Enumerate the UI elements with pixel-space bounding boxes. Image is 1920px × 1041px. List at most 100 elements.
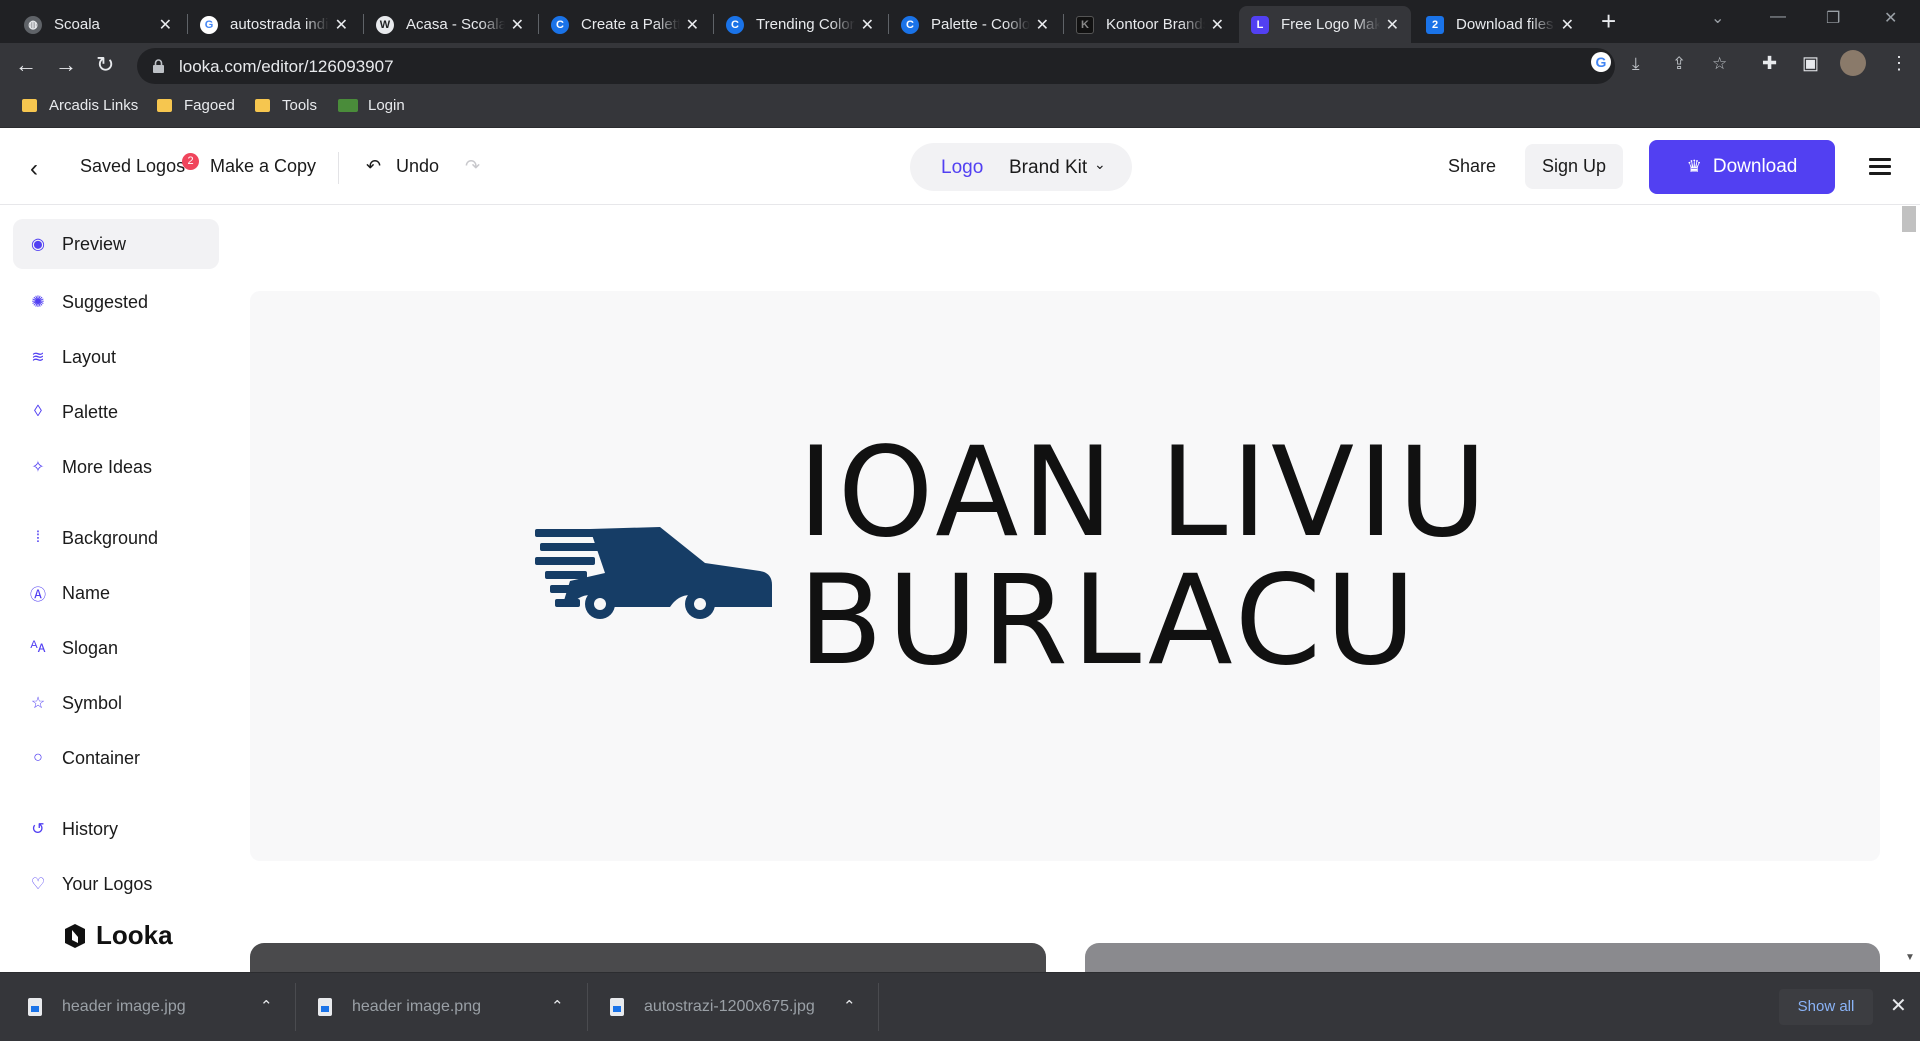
extensions-icon[interactable]: ✚: [1762, 53, 1777, 74]
sidebar-item-your-logos[interactable]: ♡ Your Logos: [13, 859, 219, 909]
tab-0[interactable]: ◍ Scoala ✕: [12, 6, 184, 43]
close-icon[interactable]: ✕: [1211, 15, 1224, 35]
sidebar-item-symbol[interactable]: ☆ Symbol: [13, 678, 219, 728]
looka-wordmark: Looka: [96, 920, 173, 950]
hamburger-menu-icon[interactable]: [1869, 158, 1891, 175]
tab-3[interactable]: C Create a Palette ✕: [539, 6, 711, 43]
chevron-up-icon[interactable]: ⌃: [843, 997, 856, 1015]
tab-4[interactable]: C Trending Color ✕: [714, 6, 886, 43]
bookmark-star-icon[interactable]: ☆: [1712, 54, 1727, 74]
sidebar-item-history[interactable]: ↺ History: [13, 804, 219, 854]
sidebar-item-background[interactable]: ⁞ Background: [13, 513, 219, 563]
minimize-icon[interactable]: —: [1770, 8, 1786, 26]
download-item[interactable]: header image.png: [318, 973, 558, 1041]
chevron-down-icon[interactable]: ⌄: [1094, 156, 1106, 173]
browser-menu-icon[interactable]: ⋮: [1890, 53, 1908, 74]
sidebar-item-palette[interactable]: ◊ Palette: [13, 387, 219, 437]
sidebar-item-preview[interactable]: ◉ Preview: [13, 219, 219, 269]
scrollbar[interactable]: [1900, 206, 1920, 972]
download-button[interactable]: ♛ Download: [1649, 140, 1835, 194]
bookmark-folder[interactable]: Arcadis Links: [22, 97, 138, 114]
download-shelf: header image.jpg ⌃ header image.png ⌃ au…: [0, 972, 1920, 1041]
google-lens-icon[interactable]: G: [1591, 52, 1611, 72]
tab-7-active[interactable]: L Free Logo Maker ✕: [1239, 6, 1411, 43]
wordpress-icon: W: [376, 15, 394, 34]
brand-kit-tab[interactable]: Brand Kit: [1009, 157, 1087, 179]
tab-8[interactable]: 2 Download files ✕: [1414, 6, 1586, 43]
sidebar-item-label: Container: [62, 747, 141, 768]
sidebar-item-label: Palette: [62, 401, 119, 422]
sign-up-button[interactable]: Sign Up: [1525, 144, 1623, 189]
bookmark-login[interactable]: Login: [338, 97, 405, 114]
close-icon[interactable]: ✕: [1561, 15, 1574, 35]
back-arrow-icon[interactable]: ‹: [30, 155, 38, 183]
sidebar-item-label: Suggested: [62, 291, 149, 312]
download-item[interactable]: autostrazi-1200x675.jpg: [610, 973, 850, 1041]
window-close-icon[interactable]: ✕: [1884, 8, 1897, 28]
chevron-up-icon[interactable]: ⌃: [551, 997, 564, 1015]
sidebar-item-more-ideas[interactable]: ✧ More Ideas: [13, 442, 219, 492]
address-bar[interactable]: looka.com/editor/126093907: [137, 48, 1615, 84]
close-icon[interactable]: ✕: [1036, 15, 1049, 35]
restore-icon[interactable]: ❐: [1826, 8, 1840, 28]
background-grid-icon: ⁞: [35, 529, 41, 546]
tab-title: Scoala: [54, 16, 100, 33]
close-icon[interactable]: ✕: [511, 15, 524, 35]
tab-2[interactable]: W Acasa - Scoala ✕: [364, 6, 536, 43]
close-icon[interactable]: ✕: [861, 15, 874, 35]
redo-icon[interactable]: ↷: [465, 156, 480, 177]
sidebar-item-label: Background: [62, 527, 159, 548]
new-tab-button[interactable]: +: [1601, 8, 1616, 34]
download-item[interactable]: header image.jpg: [28, 973, 288, 1041]
folder-icon: [255, 99, 270, 112]
side-panel-icon[interactable]: ▣: [1802, 53, 1819, 74]
saved-logos-button[interactable]: Saved Logos: [80, 156, 185, 177]
image-file-icon: [318, 998, 332, 1016]
logo-mockup-thumbnail[interactable]: [250, 943, 1046, 972]
profile-avatar[interactable]: [1840, 50, 1866, 76]
scroll-down-arrow-icon[interactable]: ▼: [1905, 952, 1915, 963]
bookmark-label: Login: [368, 97, 405, 114]
sidebar-item-label: Your Logos: [62, 873, 153, 894]
sidebar-item-name[interactable]: Ⓐ Name: [13, 568, 219, 618]
bookmark-folder[interactable]: Tools: [255, 97, 317, 114]
tab-5[interactable]: C Palette - Coolors ✕: [889, 6, 1061, 43]
sidebar-item-slogan[interactable]: ᴬᴀ Slogan: [13, 623, 219, 673]
undo-button[interactable]: Undo: [396, 156, 439, 177]
share-page-icon[interactable]: ⇪: [1672, 54, 1686, 74]
logo-tab[interactable]: Logo: [941, 157, 983, 179]
bookmark-folder[interactable]: Fagoed: [157, 97, 235, 114]
lock-icon: [153, 59, 164, 73]
sidebar-item-suggested[interactable]: ✺ Suggested: [13, 277, 219, 327]
back-icon[interactable]: ←: [15, 52, 37, 78]
reload-icon[interactable]: ↻: [96, 52, 114, 78]
logo-mockup-thumbnail[interactable]: [1085, 943, 1880, 972]
show-all-button[interactable]: Show all: [1779, 989, 1873, 1025]
share-button[interactable]: Share: [1448, 156, 1496, 177]
install-icon[interactable]: ⤓: [1632, 54, 1640, 74]
scrollbar-thumb[interactable]: [1902, 206, 1916, 232]
url-text[interactable]: looka.com/editor/126093907: [179, 57, 394, 77]
looka-logo: Looka: [62, 920, 173, 951]
sidebar-item-layout[interactable]: ≋ Layout: [13, 332, 219, 382]
sidebar-item-label: History: [62, 818, 119, 839]
google-icon: G: [200, 15, 218, 34]
close-icon[interactable]: ✕: [1386, 15, 1399, 35]
close-icon[interactable]: ✕: [686, 15, 699, 35]
tab-6[interactable]: K Kontoor Brands ✕: [1064, 6, 1236, 43]
sidebar-item-label: Name: [62, 582, 111, 603]
sidebar-item-container[interactable]: ○ Container: [13, 733, 219, 783]
tab-1[interactable]: G autostrada indiana ✕: [188, 6, 360, 43]
tab-title: Create a Palette: [581, 16, 680, 33]
font-icon: ᴬᴀ: [30, 639, 46, 656]
chevron-up-icon[interactable]: ⌃: [260, 997, 273, 1015]
tab-search-icon[interactable]: ⌄: [1711, 8, 1724, 28]
logo-preview-card[interactable]: IOAN LIVIU BURLACU: [250, 291, 1880, 861]
make-copy-button[interactable]: Make a Copy: [210, 156, 316, 177]
close-shelf-icon[interactable]: ✕: [1890, 993, 1907, 1018]
close-icon[interactable]: ✕: [335, 15, 348, 35]
download-label: Download: [1712, 156, 1798, 177]
forward-icon[interactable]: →: [55, 52, 77, 78]
undo-icon[interactable]: ↶: [366, 156, 381, 177]
close-icon[interactable]: ✕: [159, 15, 172, 35]
